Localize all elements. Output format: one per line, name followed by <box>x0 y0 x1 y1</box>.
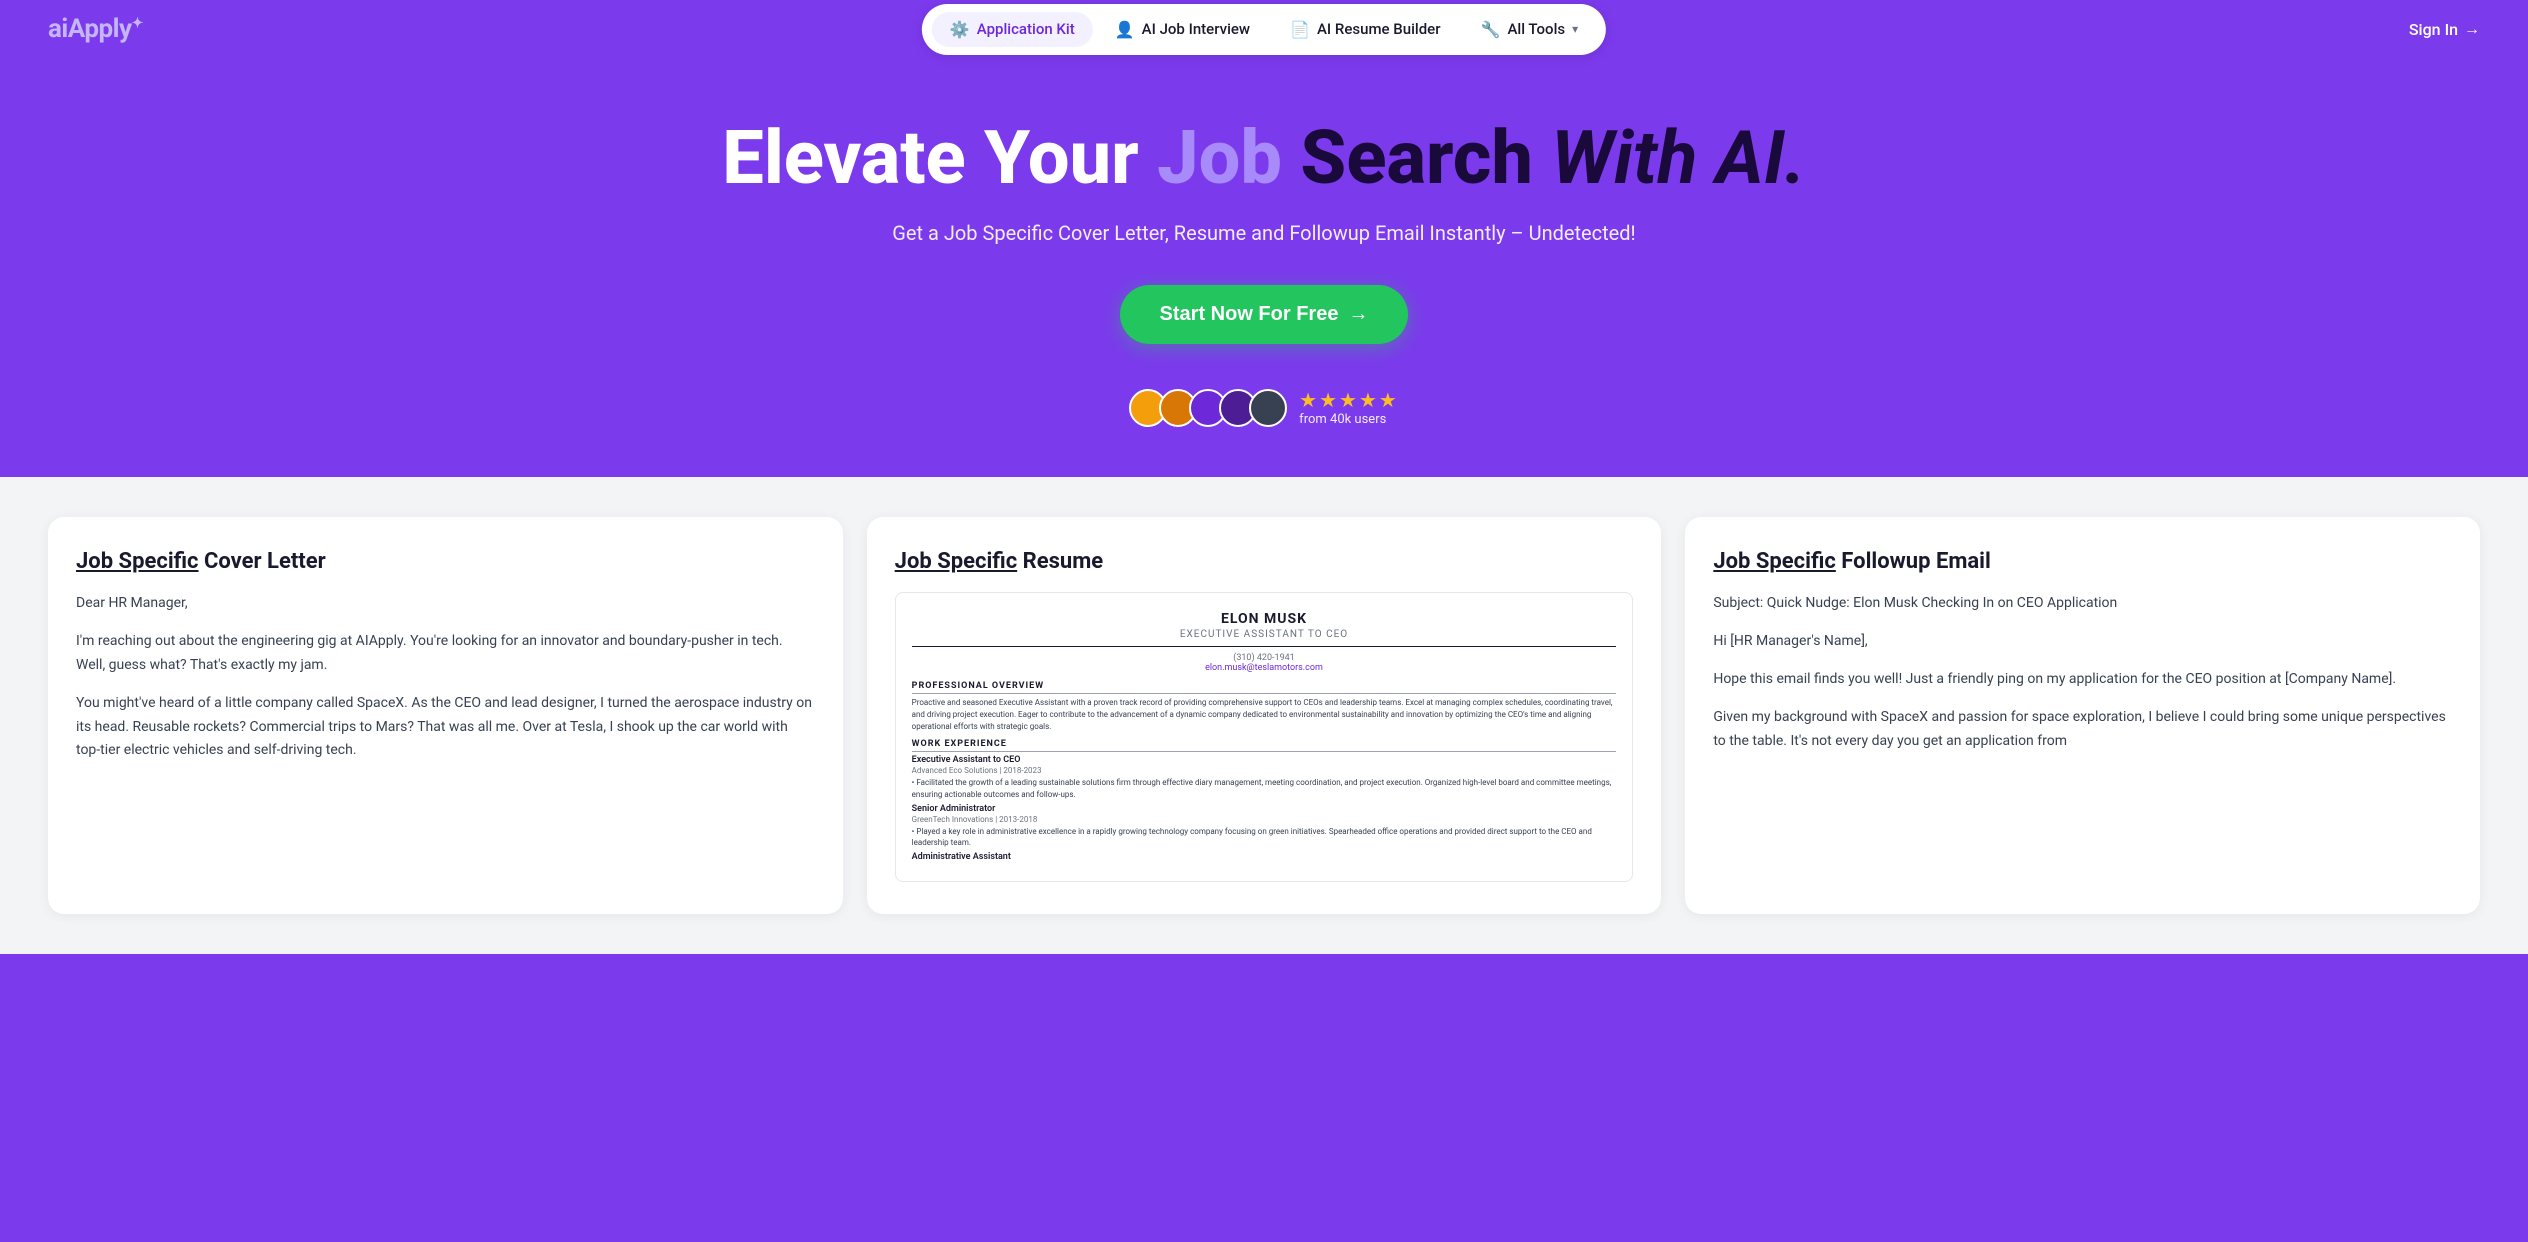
resume-underlined: Job Specific <box>895 549 1018 574</box>
hero-section: Elevate Your Job Search With AI. Get a J… <box>0 58 2528 477</box>
resume-job-2-text: • Played a key role in administrative ex… <box>912 826 1617 848</box>
sign-in-button[interactable]: Sign In → <box>2409 19 2480 39</box>
resume-job-1-company: Advanced Eco Solutions | 2018-2023 <box>912 766 1617 775</box>
cover-letter-para-2: I'm reaching out about the engineering g… <box>76 630 815 678</box>
hero-title-search: Search <box>1282 115 1533 202</box>
cover-letter-underlined: Job Specific <box>76 549 199 574</box>
users-count: from 40k users <box>1299 412 1386 427</box>
hero-title-job: Job <box>1157 115 1282 202</box>
cover-letter-para-1: Dear HR Manager, <box>76 592 815 616</box>
nav-label-all-tools: All Tools <box>1507 20 1565 38</box>
logo-star: ✦ <box>132 15 143 31</box>
arrow-right-icon: → <box>1348 303 1368 326</box>
social-proof: ★★★★★ from 40k users <box>20 388 2508 427</box>
nav-item-app-kit[interactable]: ⚙️ Application Kit <box>932 12 1093 47</box>
nav-label-ai-interview: AI Job Interview <box>1142 20 1250 38</box>
resume-job-2-title: Senior Administrator <box>912 804 1617 814</box>
logo[interactable]: aiApply✦ <box>48 14 143 44</box>
rating-block: ★★★★★ from 40k users <box>1299 388 1399 427</box>
resume-overview-text: Proactive and seasoned Executive Assista… <box>912 697 1617 733</box>
hero-title-with-ai: With AI. <box>1533 115 1806 202</box>
resume-job-3-title: Administrative Assistant <box>912 852 1617 862</box>
cover-letter-card-title: Job Specific Cover Letter <box>76 549 815 574</box>
cover-letter-card: Job Specific Cover Letter Dear HR Manage… <box>48 517 843 914</box>
resume-section-experience: WORK EXPERIENCE <box>912 739 1617 752</box>
followup-underlined: Job Specific <box>1713 549 1836 574</box>
followup-card-title: Job Specific Followup Email <box>1713 549 2452 574</box>
resume-job-1-title: Executive Assistant to CEO <box>912 755 1617 765</box>
cta-label: Start Now For Free <box>1160 303 1339 326</box>
nav-item-all-tools[interactable]: 🔧 All Tools ▾ <box>1463 12 1597 47</box>
resume-card-title: Job Specific Resume <box>895 549 1634 574</box>
cards-section: Job Specific Cover Letter Dear HR Manage… <box>0 477 2528 954</box>
sign-in-label: Sign In <box>2409 20 2458 39</box>
navbar: aiApply✦ ⚙️ Application Kit 👤 AI Job Int… <box>0 0 2528 58</box>
resume-card: Job Specific Resume ELON MUSK EXECUTIVE … <box>867 517 1662 914</box>
resume-preview: ELON MUSK EXECUTIVE ASSISTANT TO CEO (31… <box>895 592 1634 882</box>
followup-body: Subject: Quick Nudge: Elon Musk Checking… <box>1713 592 2452 753</box>
resume-role: EXECUTIVE ASSISTANT TO CEO <box>912 629 1617 640</box>
resume-divider <box>912 646 1617 647</box>
logo-text: aiApply <box>48 14 132 44</box>
hero-subtitle: Get a Job Specific Cover Letter, Resume … <box>20 221 2508 245</box>
resume-contact: (310) 420-1941elon.musk@teslamotors.com <box>912 653 1617 673</box>
chevron-down-icon: ▾ <box>1572 22 1578 36</box>
followup-email-card: Job Specific Followup Email Subject: Qui… <box>1685 517 2480 914</box>
nav-item-ai-interview[interactable]: 👤 AI Job Interview <box>1097 12 1268 47</box>
cover-letter-para-3: You might've heard of a little company c… <box>76 692 815 763</box>
followup-greeting: Hi [HR Manager's Name], <box>1713 630 2452 654</box>
hero-title-elevate: Elevate Your <box>722 115 1157 202</box>
nav-item-resume-builder[interactable]: 📄 AI Resume Builder <box>1272 12 1458 47</box>
followup-para-2: Given my background with SpaceX and pass… <box>1713 706 2452 754</box>
nav-label-resume-builder: AI Resume Builder <box>1317 20 1441 38</box>
resume-section-overview: PROFESSIONAL OVERVIEW <box>912 681 1617 694</box>
followup-para-1: Hope this email finds you well! Just a f… <box>1713 668 2452 692</box>
nav-bar: ⚙️ Application Kit 👤 AI Job Interview 📄 … <box>922 4 1606 55</box>
resume-name: ELON MUSK <box>912 611 1617 627</box>
document-icon: 📄 <box>1290 20 1310 39</box>
nav-label-app-kit: Application Kit <box>977 20 1075 38</box>
resume-job-1-text: • Facilitated the growth of a leading su… <box>912 777 1617 799</box>
resume-job-2-company: GreenTech Innovations | 2013-2018 <box>912 815 1617 824</box>
avatar <box>1249 389 1287 427</box>
followup-subject: Subject: Quick Nudge: Elon Musk Checking… <box>1713 592 2452 616</box>
avatars-group <box>1129 389 1287 427</box>
cover-letter-body: Dear HR Manager, I'm reaching out about … <box>76 592 815 763</box>
arrow-right-icon: → <box>2464 19 2480 39</box>
person-icon: 👤 <box>1115 20 1135 39</box>
hero-title: Elevate Your Job Search With AI. <box>20 118 2508 199</box>
tools-icon: 🔧 <box>1481 20 1501 39</box>
wrench-icon: ⚙️ <box>950 20 970 39</box>
cta-button[interactable]: Start Now For Free → <box>1120 285 1409 344</box>
star-rating: ★★★★★ <box>1299 388 1399 412</box>
